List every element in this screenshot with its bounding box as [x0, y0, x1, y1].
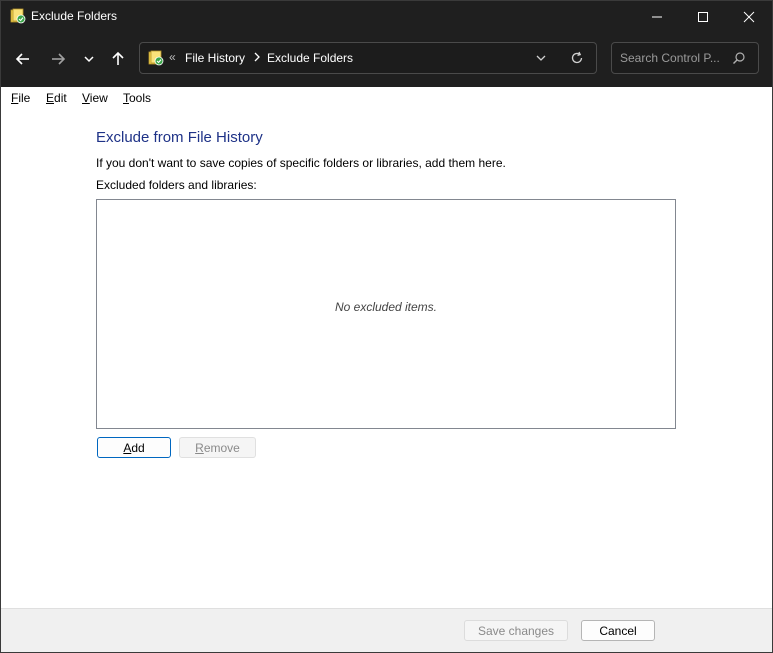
remove-button[interactable]: Remove [179, 437, 256, 458]
breadcrumb-separator-icon[interactable] [252, 50, 262, 64]
cancel-button[interactable]: Cancel [581, 620, 655, 641]
minimize-button[interactable] [634, 1, 680, 32]
search-icon[interactable] [732, 51, 746, 65]
refresh-icon [571, 51, 583, 64]
main-content: Exclude from File History If you don't w… [1, 109, 772, 608]
arrow-right-icon [52, 53, 66, 65]
menu-tools[interactable]: Tools [123, 91, 151, 105]
breadcrumb-file-history[interactable]: File History [185, 51, 245, 65]
address-history-dropdown[interactable] [534, 51, 548, 65]
refresh-button[interactable] [570, 51, 584, 65]
excluded-list-label: Excluded folders and libraries: [96, 178, 257, 192]
close-icon [743, 11, 755, 22]
menu-file[interactable]: File [11, 91, 30, 105]
forward-button[interactable] [45, 46, 71, 72]
breadcrumb-exclude-folders[interactable]: Exclude Folders [267, 51, 353, 65]
maximize-icon [698, 11, 708, 22]
overflow-chevron-icon[interactable]: « [169, 50, 176, 64]
add-button[interactable]: Add [97, 437, 171, 458]
dialog-footer: Save changes Cancel [1, 608, 772, 652]
menu-edit[interactable]: Edit [46, 91, 67, 105]
excluded-folders-list[interactable]: No excluded items. [96, 199, 676, 429]
navigation-bar: « File History Exclude Folders Search Co… [1, 32, 772, 87]
page-title: Exclude from File History [96, 129, 263, 146]
window-title: Exclude Folders [31, 9, 118, 23]
minimize-icon [652, 16, 662, 17]
maximize-button[interactable] [680, 1, 726, 32]
menu-view[interactable]: View [82, 91, 108, 105]
search-input[interactable]: Search Control P... [620, 51, 720, 65]
menu-bar: File Edit View Tools [1, 87, 772, 110]
up-button[interactable] [105, 46, 131, 72]
close-button[interactable] [726, 1, 772, 32]
title-bar[interactable]: Exclude Folders [1, 1, 772, 32]
search-box[interactable]: Search Control P... [611, 42, 759, 74]
arrow-left-icon [15, 53, 29, 65]
chevron-down-icon [536, 55, 546, 61]
page-description: If you don't want to save copies of spec… [96, 156, 506, 170]
arrow-up-icon [112, 51, 124, 65]
recent-locations-button[interactable] [76, 46, 102, 72]
chevron-down-icon [84, 56, 94, 63]
file-history-icon [10, 8, 26, 24]
back-button[interactable] [10, 46, 36, 72]
empty-list-message: No excluded items. [334, 300, 438, 314]
exclude-folders-window: Exclude Folders « File History Exclude F… [0, 0, 773, 653]
address-bar[interactable]: « File History Exclude Folders [139, 42, 597, 74]
file-history-icon [148, 50, 164, 66]
save-changes-button[interactable]: Save changes [464, 620, 568, 641]
